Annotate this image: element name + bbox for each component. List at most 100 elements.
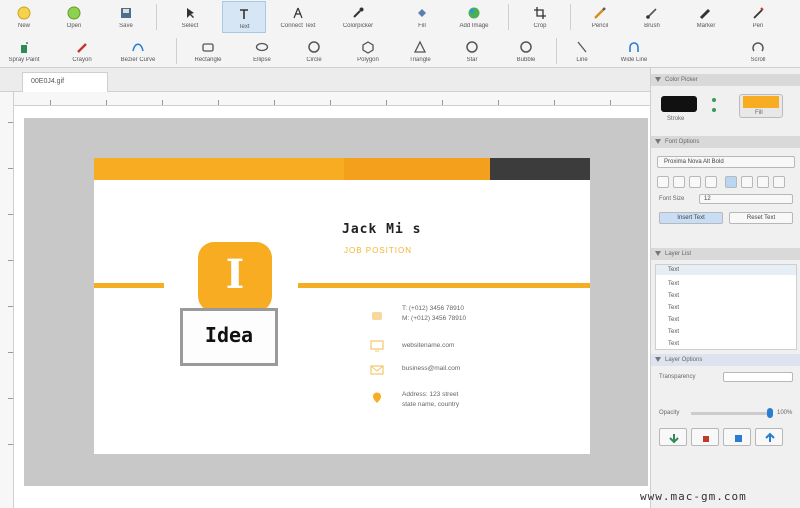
layer-list-title: Layer List <box>665 251 692 257</box>
ruler-tick <box>106 100 107 105</box>
star-label: Star <box>466 57 478 63</box>
add-image-tool[interactable]: Add Image <box>452 1 496 33</box>
bold-button[interactable] <box>725 176 737 188</box>
layer-item[interactable]: Text <box>668 267 679 273</box>
connect-text-tool[interactable]: Connect Text <box>276 1 320 33</box>
scroll-tool[interactable]: Scroll <box>736 35 780 67</box>
layer-move-down-button[interactable] <box>659 428 687 446</box>
color-picker-header[interactable]: Color Picker <box>651 74 800 86</box>
insert-text-button[interactable]: Insert Text <box>659 212 723 224</box>
star-tool[interactable]: Star <box>450 35 494 67</box>
triangle-label: Triangle <box>409 57 431 63</box>
brush-tool[interactable]: Brush <box>630 1 674 33</box>
pen-icon <box>753 7 764 19</box>
business-card[interactable]: Jack Mi s JOB POSITION I Idea T: (+012) … <box>94 158 590 454</box>
rectangle-tool[interactable]: Rectangle <box>186 35 230 67</box>
text-label: Text <box>238 24 250 30</box>
opacity-label: Opacity <box>659 410 680 416</box>
vertical-ruler <box>0 92 14 508</box>
crop-tool[interactable]: Crop <box>518 1 562 33</box>
align-center-button[interactable] <box>673 176 685 188</box>
toolbar-separator <box>176 38 177 64</box>
rectangle-label: Rectangle <box>194 57 222 63</box>
fill-tool[interactable]: Fill <box>400 1 444 33</box>
italic-button[interactable] <box>741 176 753 188</box>
document-tab[interactable]: 00E0J4.gif <box>22 72 108 92</box>
logo-letter: I <box>225 251 245 298</box>
align-right-button[interactable] <box>689 176 701 188</box>
layer-item[interactable]: Text <box>668 305 679 311</box>
strike-button[interactable] <box>773 176 785 188</box>
spray-paint-tool[interactable]: Spray Paint <box>2 35 46 67</box>
opacity-slider-track[interactable] <box>691 412 771 415</box>
save-button[interactable]: Save <box>104 1 148 33</box>
marker-tool[interactable]: Marker <box>684 1 728 33</box>
font-options-title: Font Options <box>665 139 700 145</box>
canvas-area[interactable]: Jack Mi s JOB POSITION I Idea T: (+012) … <box>24 118 648 486</box>
brush-icon <box>646 8 657 19</box>
wide-line-label: Wide Line <box>620 57 648 63</box>
layer-move-up-button[interactable] <box>755 428 783 446</box>
font-size-value: 12 <box>704 196 711 202</box>
ellipse-tool[interactable]: Ellipse <box>240 35 284 67</box>
layer-list-header[interactable]: Layer List <box>651 248 800 260</box>
font-size-input[interactable]: 12 <box>699 194 793 204</box>
text-tool[interactable]: Text <box>222 1 266 33</box>
transparency-input[interactable] <box>723 372 793 382</box>
swap-colors-icon[interactable] <box>709 94 719 118</box>
select-tool[interactable]: Select <box>168 1 212 33</box>
new-button[interactable]: New <box>2 1 46 33</box>
ruler-tick <box>442 100 443 105</box>
underline-button[interactable] <box>757 176 769 188</box>
font-family-select[interactable]: Proxima Nova Alt Bold <box>657 156 795 168</box>
layer-list[interactable]: Text Text Text Text Text Text Text <box>655 264 797 350</box>
stroke-color-swatch[interactable] <box>661 96 697 112</box>
line-tool[interactable]: Line <box>560 35 604 67</box>
colorpicker-tool[interactable]: Colorpicker <box>336 1 380 33</box>
arrow-down-icon <box>669 434 679 444</box>
bezier-curve-tool[interactable]: Bezier Curve <box>116 35 160 67</box>
collapse-arrow-icon <box>655 139 661 144</box>
reset-text-button[interactable]: Reset Text <box>729 212 793 224</box>
triangle-tool[interactable]: Triangle <box>398 35 442 67</box>
toolbar-separator <box>508 4 509 30</box>
layer-item[interactable]: Text <box>668 293 679 299</box>
phone-line-1: T: (+012) 3456 78910 <box>402 305 464 312</box>
wide-line-tool[interactable]: Wide Line <box>612 35 656 67</box>
idea-text-box[interactable]: Idea <box>180 308 278 366</box>
mail-icon <box>370 365 384 375</box>
card-job-position[interactable]: JOB POSITION <box>344 246 412 255</box>
font-options-header[interactable]: Font Options <box>651 136 800 148</box>
pointer-icon <box>187 8 194 18</box>
align-left-button[interactable] <box>657 176 669 188</box>
circle-tool[interactable]: Circle <box>292 35 336 67</box>
layer-item[interactable]: Text <box>668 329 679 335</box>
bubble-tool[interactable]: Bubble <box>504 35 548 67</box>
opacity-slider-thumb[interactable] <box>767 408 773 418</box>
circle-icon <box>308 41 320 53</box>
pen-tool[interactable]: Pen <box>736 1 780 33</box>
pencil-tool[interactable]: Pencil <box>578 1 622 33</box>
layer-delete-button[interactable] <box>691 428 719 446</box>
email-text: business@mail.com <box>402 365 461 372</box>
crayon-tool[interactable]: Crayon <box>60 35 104 67</box>
fill-color-swatch[interactable] <box>743 96 779 108</box>
toolbar-separator <box>556 38 557 64</box>
justify-button[interactable] <box>705 176 717 188</box>
layer-duplicate-button[interactable] <box>723 428 751 446</box>
open-label: Open <box>66 23 82 29</box>
polygon-tool[interactable]: Polygon <box>346 35 390 67</box>
layer-item[interactable]: Text <box>668 317 679 323</box>
open-button[interactable]: Open <box>52 1 96 33</box>
website-text: websitename.com <box>402 342 455 349</box>
card-name[interactable]: Jack Mi s <box>342 222 421 237</box>
marker-icon <box>699 8 711 20</box>
layer-options-header[interactable]: Layer Options <box>651 354 800 366</box>
spray-icon <box>21 42 28 53</box>
ruler-tick <box>8 214 13 215</box>
crayon-icon <box>77 43 87 53</box>
delete-icon <box>703 436 709 442</box>
layer-item[interactable]: Text <box>668 341 679 347</box>
top-stripe-yellow <box>94 158 344 180</box>
layer-item[interactable]: Text <box>668 281 679 287</box>
